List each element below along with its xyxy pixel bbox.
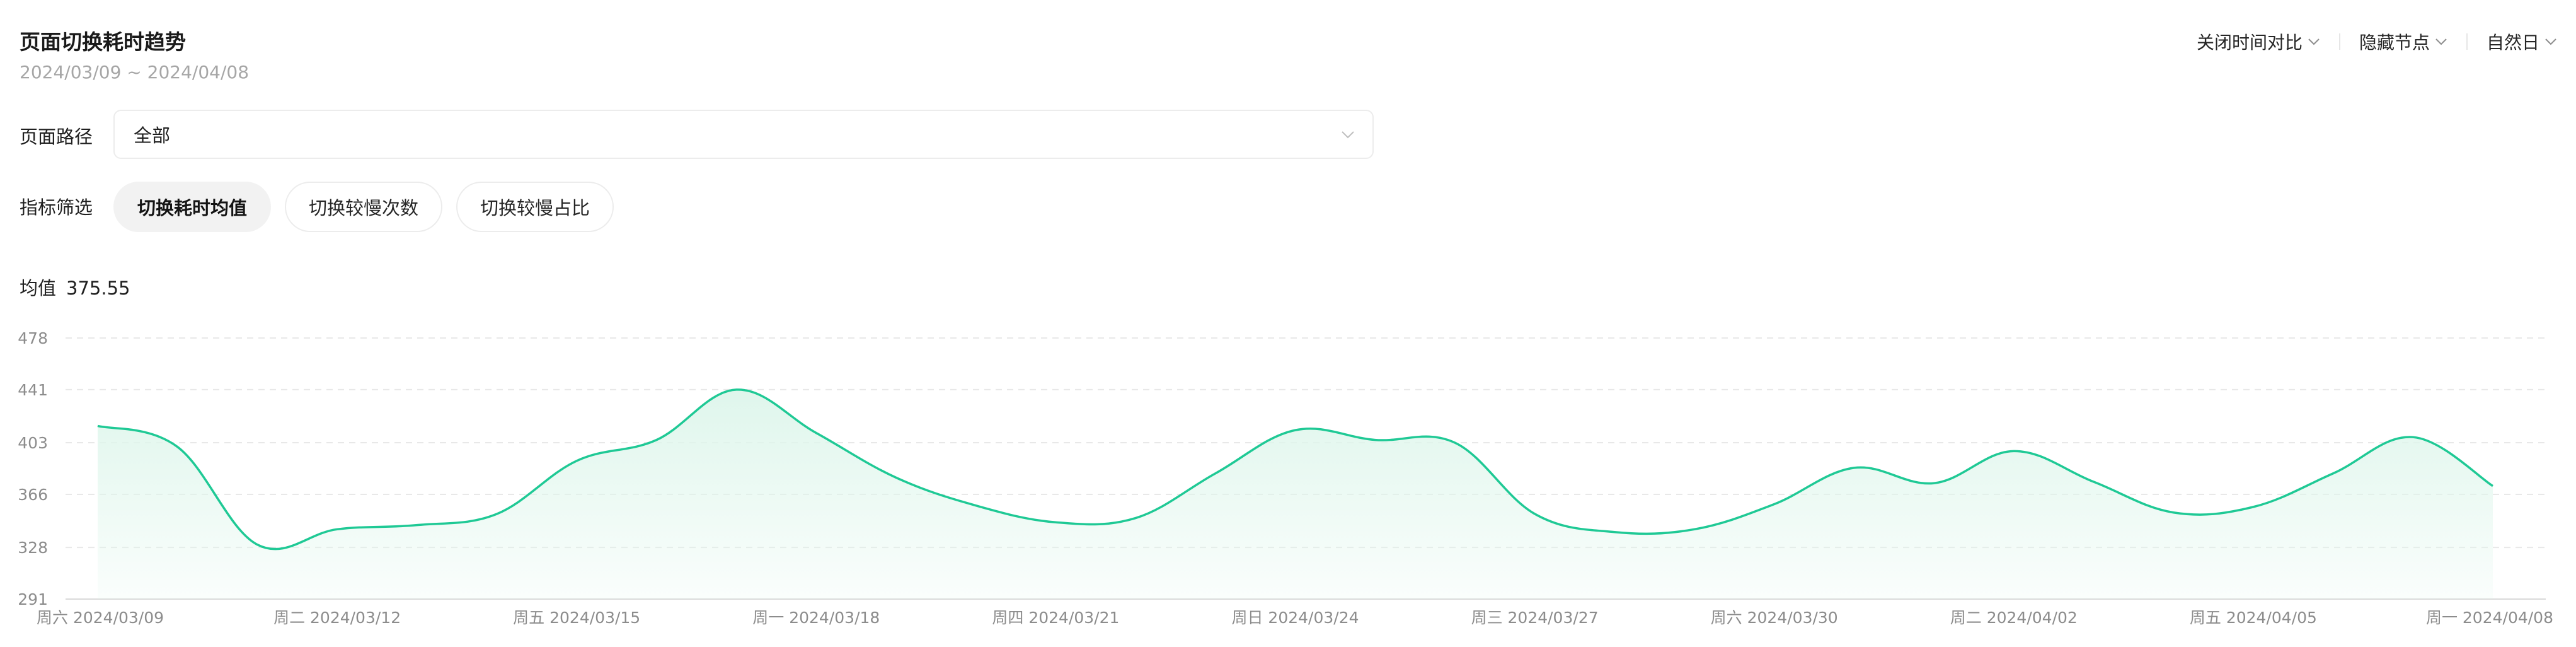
y-tick-label: 403 (18, 434, 48, 452)
metric-slow-ratio-pill[interactable]: 切换较慢占比 (456, 182, 614, 232)
x-tick-label: 周一 2024/03/18 (752, 609, 880, 627)
chart-controls: 关闭时间对比 隐藏节点 自然日 (2197, 29, 2557, 54)
trend-chart: 478 441 403 366 328 291周六 2024/03/09 周二 2024/0… (18, 329, 2553, 627)
metric-filter-group: 切换耗时均值 切换较慢次数 切换较慢占比 (113, 182, 628, 232)
average-summary: 均值 375.55 (20, 274, 130, 300)
x-tick-label: 周三 2024/03/27 (1471, 609, 1599, 627)
granularity-label: 自然日 (2486, 32, 2539, 53)
metric-filter-label: 指标筛选 (20, 197, 93, 218)
hide-nodes-dropdown[interactable]: 隐藏节点 (2359, 29, 2447, 54)
x-tick-label: 周二 2024/04/02 (1950, 609, 2078, 627)
y-tick-label: 328 (18, 539, 48, 557)
page-path-select[interactable]: 全部 (113, 110, 1374, 159)
time-compare-dropdown[interactable]: 关闭时间对比 (2197, 29, 2320, 54)
x-tick-label: 周二 2024/03/12 (273, 609, 401, 627)
chevron-down-icon (1342, 131, 1354, 138)
y-tick-label: 291 (18, 590, 48, 609)
time-compare-label: 关闭时间对比 (2196, 32, 2303, 53)
y-tick-label: 478 (18, 329, 48, 347)
x-tick-label: 周日 2024/03/24 (1231, 609, 1359, 627)
chevron-down-icon (2435, 38, 2447, 45)
x-tick-label: 周一 2024/04/08 (2426, 609, 2553, 627)
hide-nodes-label: 隐藏节点 (2359, 32, 2430, 53)
y-tick-label: 366 (18, 486, 48, 504)
x-tick-label: 周五 2024/04/05 (2190, 609, 2317, 627)
page-path-value: 全部 (134, 125, 171, 146)
metric-slow-count-pill[interactable]: 切换较慢次数 (285, 182, 443, 232)
chevron-down-icon (2545, 38, 2556, 45)
granularity-dropdown[interactable]: 自然日 (2487, 29, 2557, 54)
page-path-label: 页面路径 (20, 126, 93, 148)
page-title: 页面切换耗时趋势 (20, 30, 186, 54)
date-range: 2024/03/09 ~ 2024/04/08 (20, 62, 250, 83)
x-tick-label: 周五 2024/03/15 (513, 609, 640, 627)
divider (2466, 33, 2468, 50)
x-tick-label: 周四 2024/03/21 (992, 609, 1119, 627)
chevron-down-icon (2308, 38, 2320, 45)
y-tick-label: 441 (18, 381, 48, 399)
divider (2338, 33, 2340, 50)
metric-avg-duration-pill[interactable]: 切换耗时均值 (113, 182, 272, 232)
x-tick-label: 周六 2024/03/30 (1711, 609, 1838, 627)
x-tick-label: 周六 2024/03/09 (37, 609, 164, 627)
average-label: 均值 (20, 277, 57, 299)
average-value: 375.55 (66, 277, 130, 299)
